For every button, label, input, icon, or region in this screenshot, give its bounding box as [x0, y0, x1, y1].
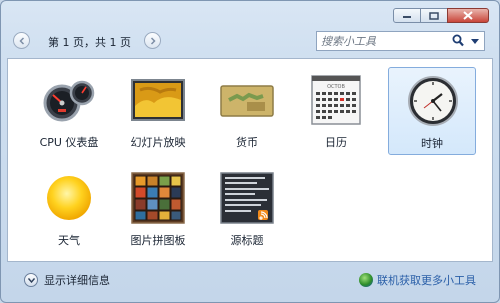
- calendar-icon: OCTOB: [308, 75, 364, 125]
- maximize-icon: [429, 11, 439, 20]
- gadget-label: 源标题: [230, 234, 264, 247]
- page-indicator: 第 1 页，共 1 页: [48, 36, 131, 49]
- get-more-gadgets-label: 联机获取更多小工具: [377, 274, 476, 287]
- feed-headlines-icon: [219, 172, 275, 224]
- clock-icon: [405, 76, 461, 126]
- show-details-label: 显示详细信息: [44, 274, 110, 287]
- gadget-slideshow[interactable]: 幻灯片放映: [114, 67, 202, 155]
- search-box: [316, 31, 485, 51]
- gadget-calendar[interactable]: OCTOB 日历: [292, 67, 380, 155]
- gadget-label: 幻灯片放映: [130, 136, 186, 149]
- previous-page-button[interactable]: [13, 32, 30, 49]
- chevron-down-icon: [471, 38, 479, 44]
- gadget-grid: CPU 仪表盘 幻灯片放映 货币 OCTOB 日历 时钟 天气 图片拼图板 源标…: [7, 58, 493, 262]
- weather-icon: [41, 173, 97, 223]
- maximize-button[interactable]: [421, 8, 447, 23]
- close-icon: [463, 11, 473, 20]
- search-input[interactable]: [321, 33, 451, 49]
- gadget-clock[interactable]: 时钟: [388, 67, 476, 155]
- chevron-down-icon: [27, 277, 35, 283]
- window-controls: [393, 8, 489, 23]
- show-details-button[interactable]: 显示详细信息: [24, 272, 110, 288]
- next-page-button[interactable]: [144, 32, 161, 49]
- globe-icon: [359, 273, 373, 287]
- gadget-label: 天气: [58, 234, 80, 247]
- gadget-currency[interactable]: 货币: [203, 67, 291, 155]
- gadget-cpu-meter[interactable]: CPU 仪表盘: [25, 67, 113, 155]
- search-options-dropdown[interactable]: [469, 34, 481, 48]
- chevron-right-icon: [150, 36, 156, 45]
- expand-circle: [24, 273, 38, 287]
- calendar-month-text: OCTOB: [327, 84, 345, 90]
- chevron-left-icon: [18, 36, 24, 45]
- gadget-gallery-window: 第 1 页，共 1 页 搜索小工具 CPU 仪表盘 幻灯片放映 货币 OCTOB…: [0, 0, 500, 303]
- gadget-label: 时钟: [421, 137, 443, 150]
- slideshow-icon: [130, 75, 186, 125]
- navigation-bar: 第 1 页，共 1 页: [9, 29, 493, 55]
- gadget-label: CPU 仪表盘: [39, 136, 99, 149]
- close-button[interactable]: [447, 8, 489, 23]
- puzzle-icon: [130, 172, 186, 224]
- cpu-meter-icon: [41, 75, 97, 125]
- minimize-button[interactable]: [393, 8, 421, 23]
- get-more-gadgets-link[interactable]: 联机获取更多小工具: [359, 272, 476, 288]
- search-icon[interactable]: [452, 34, 464, 47]
- gadget-label: 日历: [325, 136, 347, 149]
- gadget-label: 图片拼图板: [130, 234, 186, 247]
- currency-icon: [219, 75, 275, 125]
- gadget-picture-puzzle[interactable]: 图片拼图板: [114, 165, 202, 253]
- gadget-label: 货币: [236, 136, 258, 149]
- gadget-weather[interactable]: 天气: [25, 165, 113, 253]
- gadget-feed-headlines[interactable]: 源标题: [203, 165, 291, 253]
- minimize-icon: [403, 15, 411, 18]
